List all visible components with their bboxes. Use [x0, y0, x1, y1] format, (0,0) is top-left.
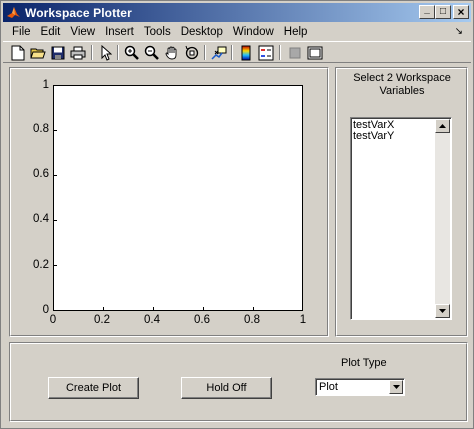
new-file-icon[interactable] — [9, 44, 27, 61]
x-tick-label: 0.6 — [194, 314, 210, 326]
menu-insert[interactable]: Insert — [100, 26, 139, 38]
x-tick-mark — [253, 307, 254, 311]
menu-bar: File Edit View Insert Tools Desktop Wind… — [3, 23, 471, 41]
plot-type-select[interactable]: Plot — [315, 378, 405, 396]
x-tick-label: 1 — [299, 314, 307, 326]
y-tick-label: 0.4 — [33, 213, 49, 225]
matlab-logo-icon — [7, 7, 20, 18]
create-plot-button[interactable]: Create Plot — [48, 377, 139, 399]
hold-toggle-button[interactable]: Hold Off — [181, 377, 272, 399]
toolbar-separator — [231, 45, 233, 60]
workspace-label: Select 2 Workspace Variables — [353, 72, 451, 97]
menu-edit[interactable]: Edit — [36, 26, 66, 38]
y-tick-label: 0.2 — [33, 259, 49, 271]
menu-desktop[interactable]: Desktop — [176, 26, 228, 38]
legend-icon[interactable] — [257, 44, 275, 61]
data-cursor-icon[interactable] — [210, 44, 228, 61]
x-tick-label: 0.8 — [244, 314, 260, 326]
colorbar-icon[interactable] — [237, 44, 255, 61]
y-tick-mark — [53, 265, 57, 266]
open-folder-icon[interactable] — [29, 44, 47, 61]
list-item[interactable]: testVarY — [353, 130, 394, 142]
scroll-down-button[interactable] — [435, 304, 450, 318]
x-tick-label: 0 — [49, 314, 57, 326]
arrow-down-icon — [439, 309, 446, 313]
chevron-down-icon — [392, 385, 400, 389]
toolbar-separator — [117, 45, 119, 60]
workspace-variables-listbox[interactable]: testVarX testVarY — [350, 117, 452, 320]
rotate-3d-icon[interactable] — [183, 44, 201, 61]
x-tick-mark — [153, 307, 154, 311]
arrow-up-icon — [439, 124, 446, 128]
x-tick-label: 0.4 — [144, 314, 160, 326]
menu-help[interactable]: Help — [279, 26, 313, 38]
plot-axes[interactable] — [53, 85, 303, 311]
y-tick-mark — [53, 220, 57, 221]
app-window: Workspace Plotter _ □ × File Edit View I… — [0, 0, 474, 429]
scroll-up-button[interactable] — [435, 119, 450, 133]
listbox-scrollbar[interactable] — [435, 119, 450, 318]
dock-arrow-icon[interactable]: ↘ — [455, 26, 463, 37]
hide-plot-tools-icon[interactable] — [286, 44, 304, 61]
x-tick-label: 0.2 — [94, 314, 110, 326]
plot-type-label: Plot Type — [341, 357, 387, 369]
y-tick-label: 0.8 — [33, 123, 49, 135]
menu-window[interactable]: Window — [228, 26, 279, 38]
window-title: Workspace Plotter — [25, 5, 132, 20]
x-tick-mark — [103, 307, 104, 311]
close-icon: × — [457, 5, 465, 19]
pan-hand-icon[interactable] — [163, 44, 181, 61]
menu-view[interactable]: View — [65, 26, 100, 38]
title-bar[interactable]: Workspace Plotter _ □ × — [3, 3, 471, 22]
y-tick-label: 1 — [42, 79, 49, 91]
minimize-icon: _ — [424, 4, 430, 15]
y-tick-label: 0.6 — [33, 168, 49, 180]
toolbar-separator — [279, 45, 281, 60]
toolbar-separator — [204, 45, 206, 60]
save-icon[interactable] — [49, 44, 67, 61]
toolbar-separator — [91, 45, 93, 60]
close-button[interactable]: × — [453, 5, 469, 19]
menu-tools[interactable]: Tools — [139, 26, 176, 38]
minimize-button[interactable]: _ — [419, 5, 435, 19]
figure-toolbar — [3, 41, 471, 63]
y-tick-mark — [53, 175, 57, 176]
y-tick-mark — [53, 130, 57, 131]
zoom-out-icon[interactable] — [143, 44, 161, 61]
show-plot-tools-icon[interactable] — [306, 44, 324, 61]
pointer-arrow-icon[interactable] — [97, 44, 115, 61]
zoom-in-icon[interactable] — [123, 44, 141, 61]
x-tick-mark — [203, 307, 204, 311]
dropdown-arrow-button[interactable] — [389, 380, 403, 394]
maximize-icon: □ — [439, 6, 447, 17]
menu-file[interactable]: File — [3, 26, 36, 38]
print-icon[interactable] — [69, 44, 87, 61]
maximize-button[interactable]: □ — [435, 5, 451, 19]
plot-type-value: Plot — [319, 381, 338, 393]
